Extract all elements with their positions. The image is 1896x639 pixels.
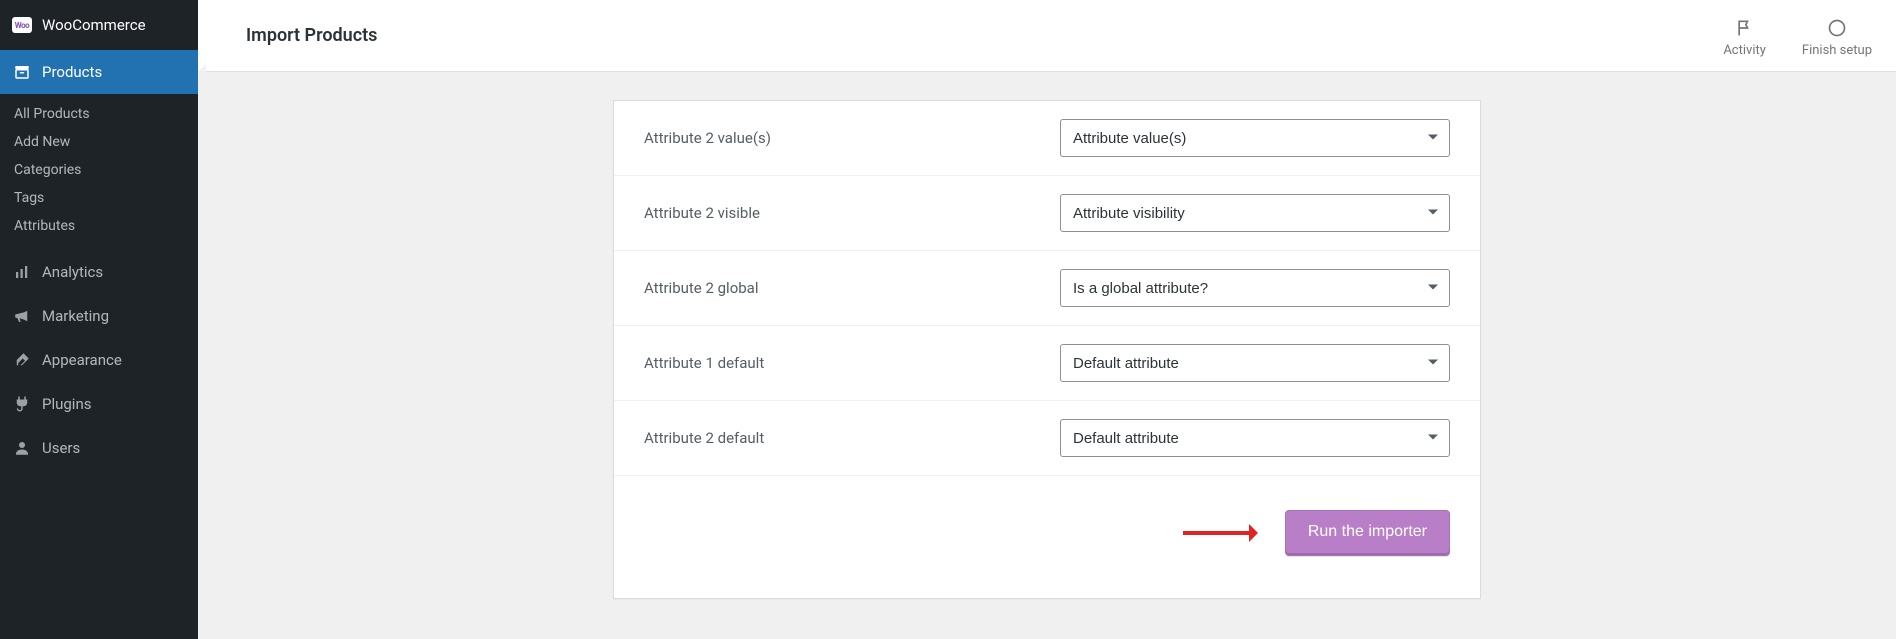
user-icon (12, 438, 32, 458)
arrow-line (1183, 531, 1249, 535)
select-wrap: Attribute value(s) (1060, 119, 1450, 157)
sidebar-item-products[interactable]: Products (0, 50, 198, 94)
mapping-row: Attribute 2 global Is a global attribute… (614, 251, 1480, 326)
app-root: Woo WooCommerce Products All Products Ad… (0, 0, 1896, 639)
arrow-head-icon (1249, 524, 1267, 542)
attribute-2-default-select[interactable]: Default attribute (1060, 419, 1450, 457)
sidebar-item-label: WooCommerce (42, 16, 146, 34)
importer-card: Attribute 2 value(s) Attribute value(s) … (613, 100, 1481, 599)
topbar-actions: Activity Finish setup (1723, 13, 1872, 58)
sidebar-item-analytics[interactable]: Analytics (0, 250, 198, 294)
row-control: Attribute value(s) (1060, 119, 1450, 157)
mapping-row: Attribute 2 value(s) Attribute value(s) (614, 101, 1480, 176)
sidebar-sub-attributes[interactable]: Attributes (0, 212, 198, 240)
row-control: Is a global attribute? (1060, 269, 1450, 307)
circle-icon (1826, 17, 1848, 39)
sidebar-item-label: Analytics (42, 263, 103, 281)
content-area: Attribute 2 value(s) Attribute value(s) … (198, 72, 1896, 639)
annotation-arrow (1183, 526, 1267, 540)
sidebar-item-label: Plugins (42, 395, 91, 413)
mapping-row: Attribute 1 default Default attribute (614, 326, 1480, 401)
activity-button[interactable]: Activity (1723, 17, 1766, 58)
woo-icon: Woo (12, 15, 32, 35)
topbar: Import Products Activity Finish setup (198, 0, 1896, 72)
brush-icon (12, 350, 32, 370)
attribute-2-values-select[interactable]: Attribute value(s) (1060, 119, 1450, 157)
sidebar-item-plugins[interactable]: Plugins (0, 382, 198, 426)
admin-sidebar: Woo WooCommerce Products All Products Ad… (0, 0, 198, 639)
sidebar-item-label: Products (42, 63, 102, 81)
sidebar-item-woocommerce[interactable]: Woo WooCommerce (0, 0, 198, 50)
sidebar-sub-add-new[interactable]: Add New (0, 128, 198, 156)
sidebar-item-label: Appearance (42, 351, 122, 369)
chart-icon (12, 262, 32, 282)
sidebar-sub-tags[interactable]: Tags (0, 184, 198, 212)
finish-setup-button[interactable]: Finish setup (1802, 17, 1872, 58)
select-wrap: Is a global attribute? (1060, 269, 1450, 307)
attribute-2-global-select[interactable]: Is a global attribute? (1060, 269, 1450, 307)
sidebar-submenu-products: All Products Add New Categories Tags Att… (0, 94, 198, 250)
sidebar-item-label: Users (42, 439, 80, 457)
mapping-row: Attribute 2 default Default attribute (614, 401, 1480, 476)
plug-icon (12, 394, 32, 414)
select-wrap: Attribute visibility (1060, 194, 1450, 232)
page-title: Import Products (246, 25, 377, 46)
sidebar-sub-all-products[interactable]: All Products (0, 100, 198, 128)
row-label: Attribute 2 value(s) (644, 129, 1060, 147)
row-label: Attribute 2 global (644, 279, 1060, 297)
sidebar-item-marketing[interactable]: Marketing (0, 294, 198, 338)
archive-icon (12, 62, 32, 82)
row-control: Default attribute (1060, 419, 1450, 457)
row-label: Attribute 2 default (644, 429, 1060, 447)
row-control: Attribute visibility (1060, 194, 1450, 232)
card-actions: Run the importer (614, 476, 1480, 592)
attribute-1-default-select[interactable]: Default attribute (1060, 344, 1450, 382)
megaphone-icon (12, 306, 32, 326)
select-wrap: Default attribute (1060, 419, 1450, 457)
row-control: Default attribute (1060, 344, 1450, 382)
sidebar-item-users[interactable]: Users (0, 426, 198, 470)
attribute-2-visible-select[interactable]: Attribute visibility (1060, 194, 1450, 232)
flag-icon (1734, 17, 1756, 39)
mapping-row: Attribute 2 visible Attribute visibility (614, 176, 1480, 251)
main-area: Import Products Activity Finish setup (198, 0, 1896, 639)
select-wrap: Default attribute (1060, 344, 1450, 382)
sidebar-item-label: Marketing (42, 307, 109, 325)
run-importer-button[interactable]: Run the importer (1285, 510, 1450, 556)
row-label: Attribute 1 default (644, 354, 1060, 372)
sidebar-sub-categories[interactable]: Categories (0, 156, 198, 184)
finish-setup-label: Finish setup (1802, 43, 1872, 58)
row-label: Attribute 2 visible (644, 204, 1060, 222)
activity-label: Activity (1723, 43, 1766, 58)
sidebar-item-appearance[interactable]: Appearance (0, 338, 198, 382)
